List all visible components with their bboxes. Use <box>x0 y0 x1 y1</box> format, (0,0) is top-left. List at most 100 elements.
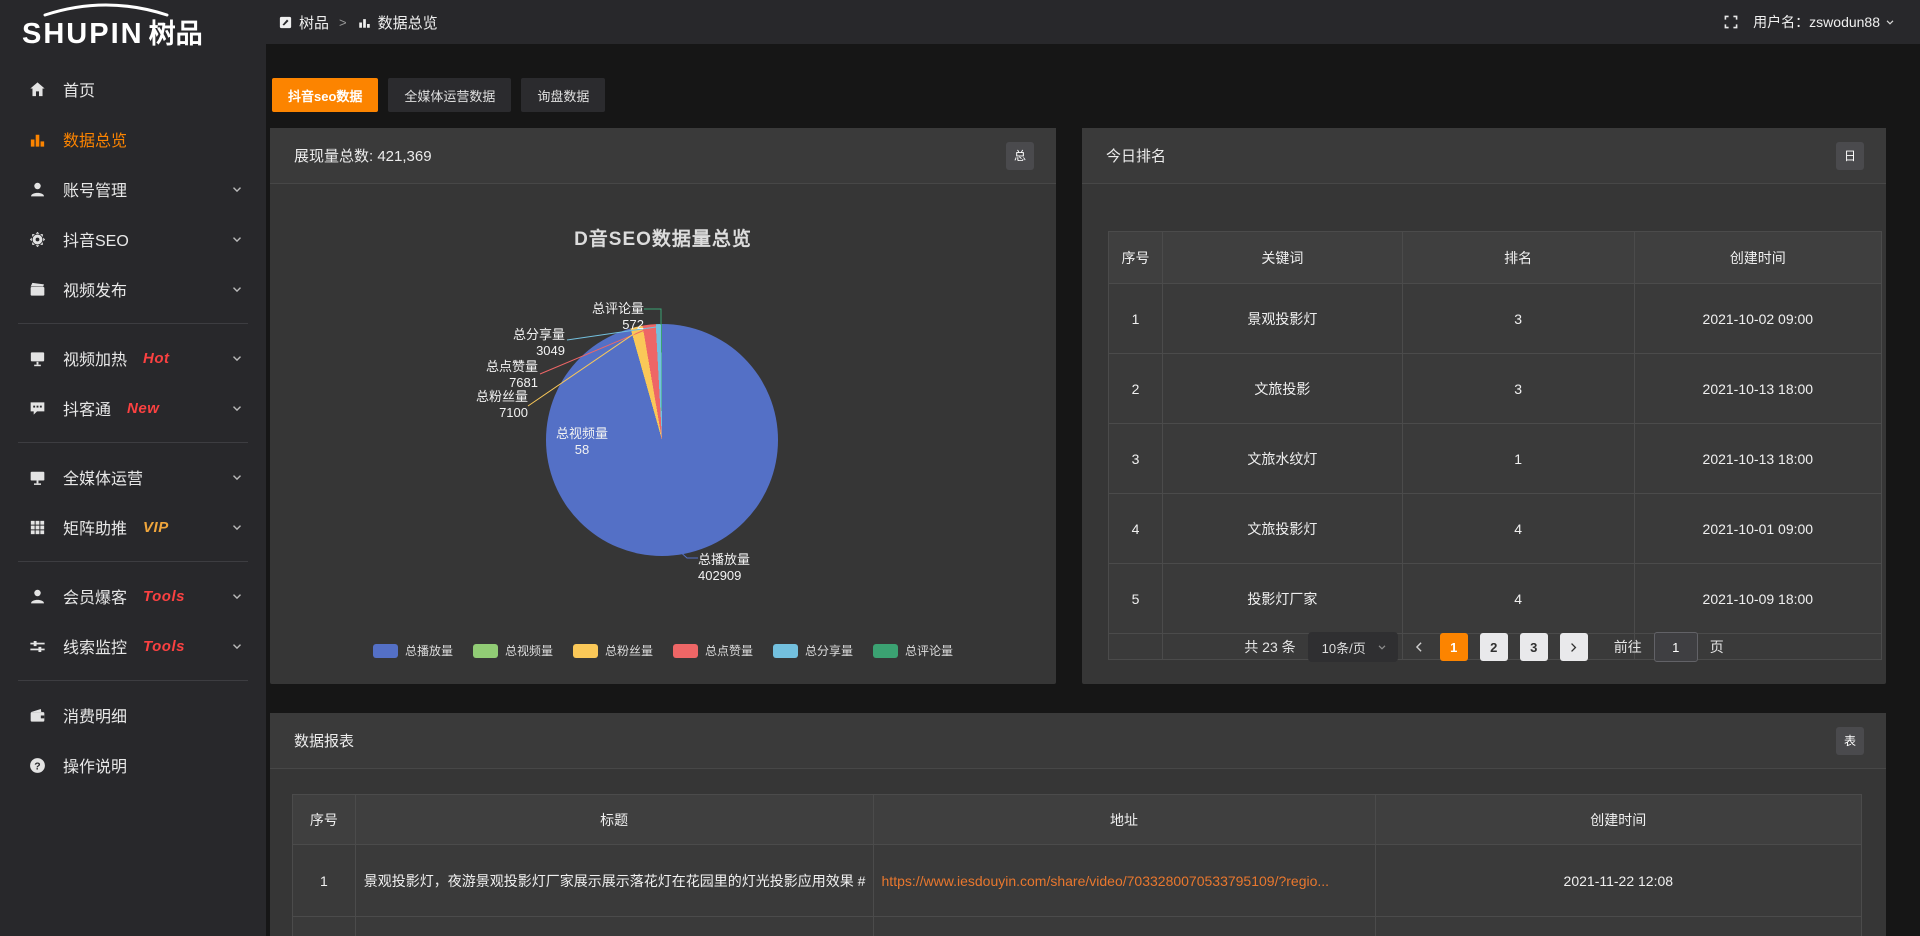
sidebar-item-matrix-boost[interactable]: 矩阵助推VIP <box>0 502 266 552</box>
sidebar-item-lead-monitoring[interactable]: 线索监控 Tools <box>0 621 266 671</box>
ranking-row[interactable]: 5投影灯厂家42021-10-09 18:00 <box>1109 564 1882 634</box>
page-button-1[interactable]: 1 <box>1440 633 1468 661</box>
page-button-2[interactable]: 2 <box>1480 633 1508 661</box>
legend-item[interactable]: 总视频量 <box>473 642 553 659</box>
sidebar-item-omni-media-operation[interactable]: 全媒体运营 <box>0 452 266 502</box>
sidebar-item-doukertong[interactable]: 抖客通New <box>0 383 266 433</box>
sidebar-item-member-baoke[interactable]: 会员爆客Tools <box>0 571 266 621</box>
legend-label: 总点赞量 <box>705 642 753 659</box>
legend-label: 总视频量 <box>505 642 553 659</box>
topbar: 树品 > 数据总览 用户名：zswodun88 <box>266 0 1920 44</box>
ranking-header-row: 序号关键词排名创建时间 <box>1109 232 1882 284</box>
ranking-day-button[interactable]: 日 <box>1836 142 1864 170</box>
fullscreen-icon[interactable] <box>1723 14 1739 30</box>
report-row-partial <box>293 917 1862 936</box>
ranking-header-cell: 创建时间 <box>1634 232 1881 284</box>
report-url-link[interactable]: https://www.iesdouyin.com/share/video/70… <box>873 845 1375 917</box>
logo-text-cn: 树品 <box>149 19 203 49</box>
pagination-total: 共 23 条 <box>1244 637 1295 657</box>
pie-label-plays: 总播放量402909 <box>698 552 750 584</box>
report-title-cell: 景观投影灯，夜游景观投影灯厂家展示展示落花灯在花园里的灯光投影应用效果 # <box>355 845 873 917</box>
sidebar-divider <box>18 680 248 681</box>
legend-label: 总粉丝量 <box>605 642 653 659</box>
tab-0[interactable]: 抖音seo数据 <box>272 78 378 112</box>
pagination: 共 23 条 10条/页 123 前往 页 <box>1082 632 1886 662</box>
report-table-button[interactable]: 表 <box>1836 727 1864 755</box>
sidebar-item-consumption-details[interactable]: 消费明细 <box>0 690 266 740</box>
report-title: 数据报表 <box>294 730 354 751</box>
legend-swatch <box>873 644 898 658</box>
breadcrumb: 树品 > 数据总览 <box>278 12 438 33</box>
pie-label-comments: 总评论量572 <box>592 301 644 333</box>
legend-item[interactable]: 总点赞量 <box>673 642 753 659</box>
legend-item[interactable]: 总评论量 <box>873 642 953 659</box>
ranking-row[interactable]: 1景观投影灯32021-10-02 09:00 <box>1109 284 1882 354</box>
chevron-right-icon <box>1567 641 1580 654</box>
topbar-right: 用户名：zswodun88 <box>1723 12 1896 32</box>
next-page-button[interactable] <box>1560 633 1588 661</box>
ranking-table-wrap: 序号关键词排名创建时间1景观投影灯32021-10-02 09:002文旅投影3… <box>1108 231 1882 660</box>
sidebar-item-video-heating[interactable]: 视频加热Hot <box>0 333 266 383</box>
pie-label-shares: 总分享量3049 <box>513 327 565 359</box>
sidebar-item-label: 线索监控 <box>63 634 127 658</box>
ranking-row[interactable]: 3文旅水纹灯12021-10-13 18:00 <box>1109 424 1882 494</box>
legend-label: 总评论量 <box>905 642 953 659</box>
chevron-down-icon <box>1376 641 1388 653</box>
sliders-icon <box>28 636 48 656</box>
sidebar-item-douyin-seo[interactable]: 抖音SEO <box>0 214 266 264</box>
sidebar-item-video-publish[interactable]: 视频发布 <box>0 264 266 314</box>
ranking-row[interactable]: 2文旅投影32021-10-13 18:00 <box>1109 354 1882 424</box>
tab-1[interactable]: 全媒体运营数据 <box>388 78 511 112</box>
legend-label: 总播放量 <box>405 642 453 659</box>
tab-2[interactable]: 询盘数据 <box>521 78 605 112</box>
breadcrumb-app[interactable]: 树品 <box>299 12 329 33</box>
screen-heat-icon <box>28 348 48 368</box>
page-button-3[interactable]: 3 <box>1520 633 1548 661</box>
wallet-icon <box>28 705 48 725</box>
sidebar-item-account-management[interactable]: 账号管理 <box>0 164 266 214</box>
sidebar-item-label: 视频发布 <box>63 277 127 301</box>
chevron-left-icon <box>1412 640 1426 654</box>
prev-page-button[interactable] <box>1410 640 1428 654</box>
sidebar-item-label: 矩阵助推 <box>63 515 127 539</box>
sidebar-item-home[interactable]: 首页 <box>0 64 266 114</box>
sidebar-item-data-overview[interactable]: 数据总览 <box>0 114 266 164</box>
chevron-down-icon <box>230 282 244 296</box>
report-table: 序号标题地址创建时间1景观投影灯，夜游景观投影灯厂家展示展示落花灯在花园里的灯光… <box>292 794 1862 936</box>
chevron-down-icon <box>230 401 244 415</box>
sidebar-divider <box>18 442 248 443</box>
bar-chart-icon <box>28 129 48 149</box>
sidebar-item-label: 操作说明 <box>63 753 127 777</box>
sidebar-item-label: 消费明细 <box>63 703 127 727</box>
pie-label-videos: 总视频量58 <box>556 426 608 458</box>
home-icon <box>28 79 48 99</box>
legend-item[interactable]: 总粉丝量 <box>573 642 653 659</box>
page-buttons: 123 <box>1440 633 1548 661</box>
ranking-header-cell: 排名 <box>1402 232 1634 284</box>
impressions-total-label: 展现量总数: 421,369 <box>294 145 432 166</box>
report-header-cell: 创建时间 <box>1375 795 1861 845</box>
legend-swatch <box>773 644 798 658</box>
overview-total-button[interactable]: 总 <box>1006 142 1034 170</box>
report-header-cell: 地址 <box>873 795 1375 845</box>
legend-item[interactable]: 总分享量 <box>773 642 853 659</box>
member-icon <box>28 586 48 606</box>
sidebar-badge: Tools <box>143 638 185 655</box>
sidebar-item-operation-guide[interactable]: ?操作说明 <box>0 740 266 790</box>
legend-item[interactable]: 总播放量 <box>373 642 453 659</box>
sidebar-item-label: 视频加热 <box>63 346 127 370</box>
sidebar-item-label: 账号管理 <box>63 177 127 201</box>
report-row: 1景观投影灯，夜游景观投影灯厂家展示展示落花灯在花园里的灯光投影应用效果 #ht… <box>293 845 1862 917</box>
page-size-select[interactable]: 10条/页 <box>1308 632 1398 662</box>
user-menu[interactable]: 用户名：zswodun88 <box>1753 12 1896 32</box>
goto-page-input[interactable] <box>1654 632 1698 662</box>
sidebar-divider <box>18 323 248 324</box>
ranking-table: 序号关键词排名创建时间1景观投影灯32021-10-02 09:002文旅投影3… <box>1108 231 1882 660</box>
ranking-row[interactable]: 4文旅投影灯42021-10-01 09:00 <box>1109 494 1882 564</box>
legend-label: 总分享量 <box>805 642 853 659</box>
sidebar-badge: New <box>127 400 159 417</box>
goto-label: 前往 <box>1614 637 1642 657</box>
overview-panel-header: 展现量总数: 421,369 总 <box>270 128 1056 184</box>
username-label: 用户名：zswodun88 <box>1753 12 1880 32</box>
report-panel-header: 数据报表 表 <box>270 713 1886 769</box>
